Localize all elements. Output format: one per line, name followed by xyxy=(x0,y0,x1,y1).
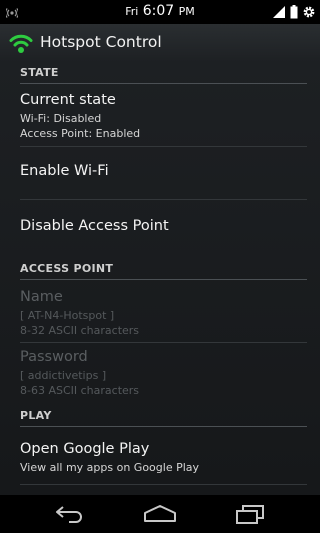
current-state-title: Current state xyxy=(20,92,116,108)
ap-name-hint: 8-32 ASCII characters xyxy=(20,324,140,337)
ap-password-hint: 8-63 ASCII characters xyxy=(20,384,140,397)
disable-access-point-label: Disable Access Point xyxy=(20,218,169,234)
open-google-play-subtitle: View all my apps on Google Play xyxy=(20,461,200,474)
wifi-status-text: Wi-Fi: Disabled xyxy=(20,112,102,125)
back-icon[interactable] xyxy=(54,504,86,528)
open-google-play-title: Open Google Play xyxy=(20,441,150,457)
navigation-bar xyxy=(0,495,320,533)
app-title: Hotspot Control xyxy=(40,33,162,51)
battery-icon xyxy=(290,4,298,23)
recent-apps-icon[interactable] xyxy=(235,504,265,528)
settings-gear-icon xyxy=(302,4,316,23)
home-icon[interactable] xyxy=(143,504,177,528)
enable-wifi-label: Enable Wi-Fi xyxy=(20,163,109,179)
ap-name-value: [ AT-N4-Hotspot ] xyxy=(20,309,115,322)
clock-time: 6:07 xyxy=(142,3,175,19)
divider xyxy=(20,342,307,343)
section-header-access-point: ACCESS POINT xyxy=(20,262,307,280)
current-state-item[interactable]: Current state Wi-Fi: Disabled Access Poi… xyxy=(20,92,307,141)
clock-day: Fri xyxy=(125,5,139,18)
divider xyxy=(20,199,307,200)
disable-access-point-item[interactable]: Disable Access Point xyxy=(20,218,307,234)
action-bar: Hotspot Control xyxy=(0,24,320,63)
ap-password-item[interactable]: Password [ addictivetips ] 8-63 ASCII ch… xyxy=(20,349,307,398)
ap-name-item[interactable]: Name [ AT-N4-Hotspot ] 8-32 ASCII charac… xyxy=(20,289,307,338)
section-header-play: PLAY xyxy=(20,409,307,427)
section-header-state: STATE xyxy=(20,66,307,84)
open-google-play-item[interactable]: Open Google Play View all my apps on Goo… xyxy=(20,441,307,475)
ap-password-value: [ addictivetips ] xyxy=(20,369,107,382)
access-point-status-text: Access Point: Enabled xyxy=(20,127,141,140)
divider xyxy=(20,484,307,485)
clock-meridiem: PM xyxy=(178,5,195,18)
signal-strength-icon xyxy=(272,4,286,23)
status-icons xyxy=(272,4,316,23)
settings-list: STATE Current state Wi-Fi: Disabled Acce… xyxy=(0,62,320,495)
status-bar: Fri 6:07 PM xyxy=(0,0,320,24)
wifi-hotspot-icon[interactable] xyxy=(8,30,34,60)
enable-wifi-item[interactable]: Enable Wi-Fi xyxy=(20,163,307,179)
ap-password-title: Password xyxy=(20,349,88,365)
divider xyxy=(20,146,307,147)
ap-name-title: Name xyxy=(20,289,63,305)
